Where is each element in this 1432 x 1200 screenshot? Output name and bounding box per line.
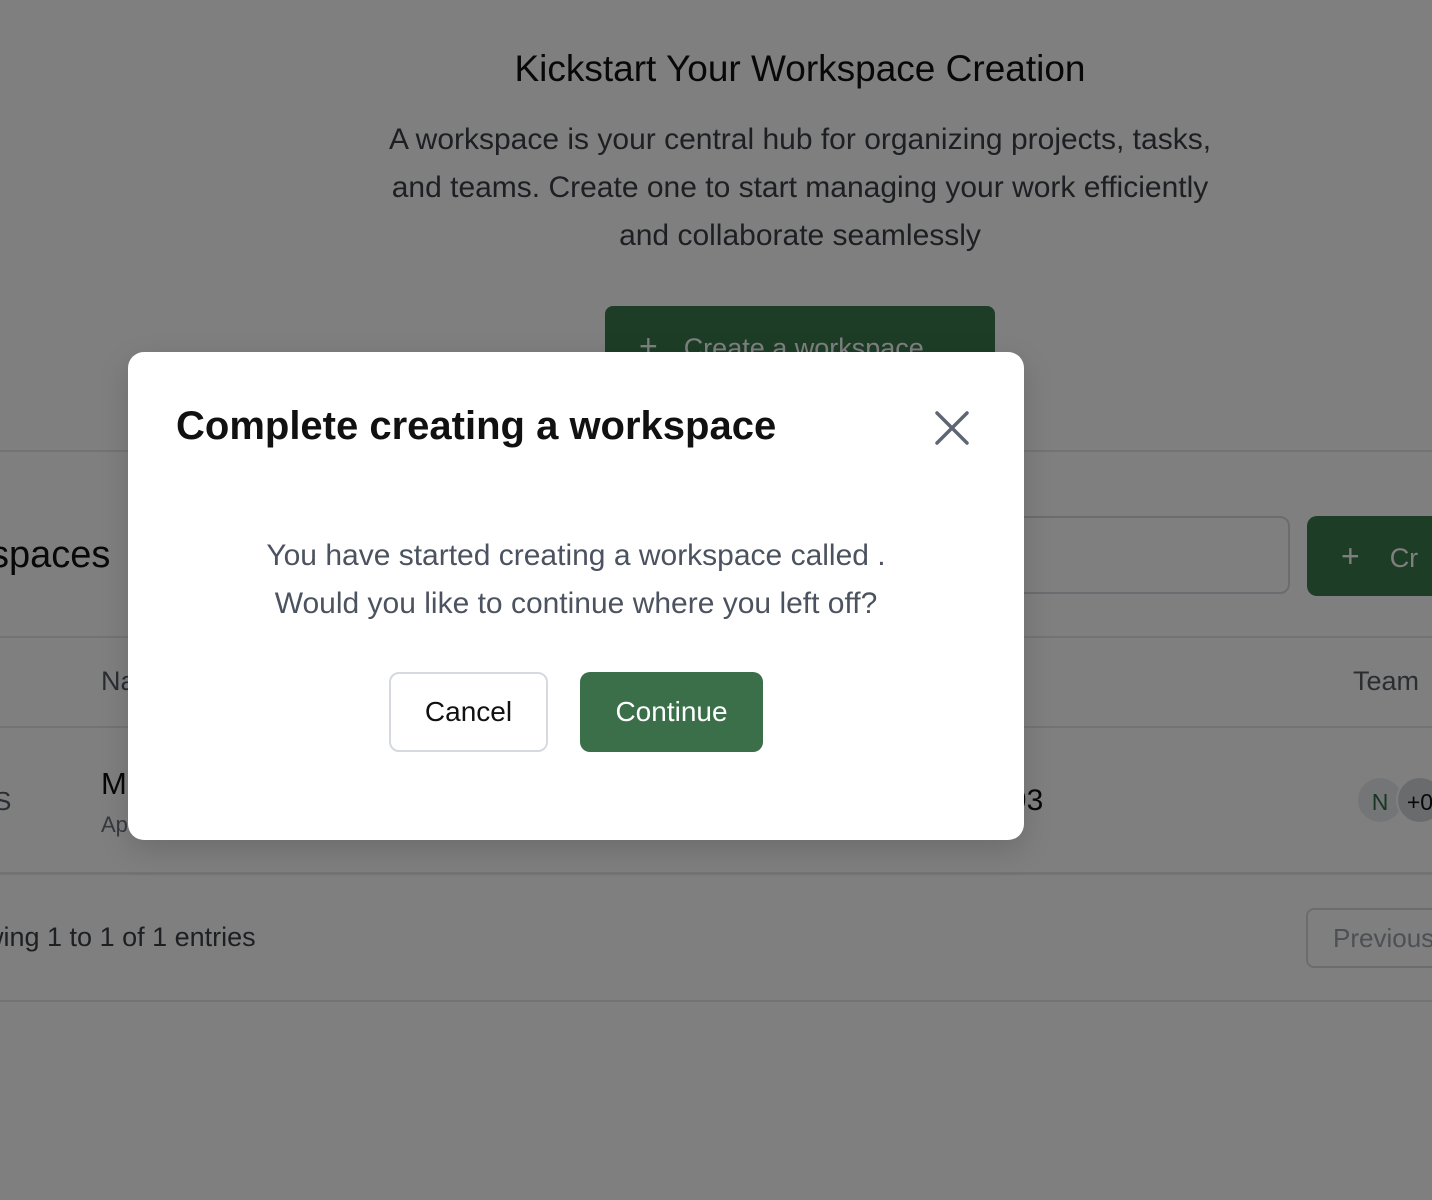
complete-workspace-modal: Complete creating a workspace You have s…	[128, 352, 1024, 840]
continue-button[interactable]: Continue	[580, 672, 763, 752]
cancel-button[interactable]: Cancel	[389, 672, 548, 752]
modal-title: Complete creating a workspace	[176, 404, 777, 448]
modal-message-line-1: You have started creating a workspace ca…	[266, 539, 886, 572]
page: Kickstart Your Workspace Creation A work…	[0, 0, 1432, 1200]
modal-message: You have started creating a workspace ca…	[128, 532, 1024, 628]
close-icon[interactable]	[934, 410, 970, 446]
modal-message-line-2: Would you like to continue where you lef…	[274, 587, 878, 620]
